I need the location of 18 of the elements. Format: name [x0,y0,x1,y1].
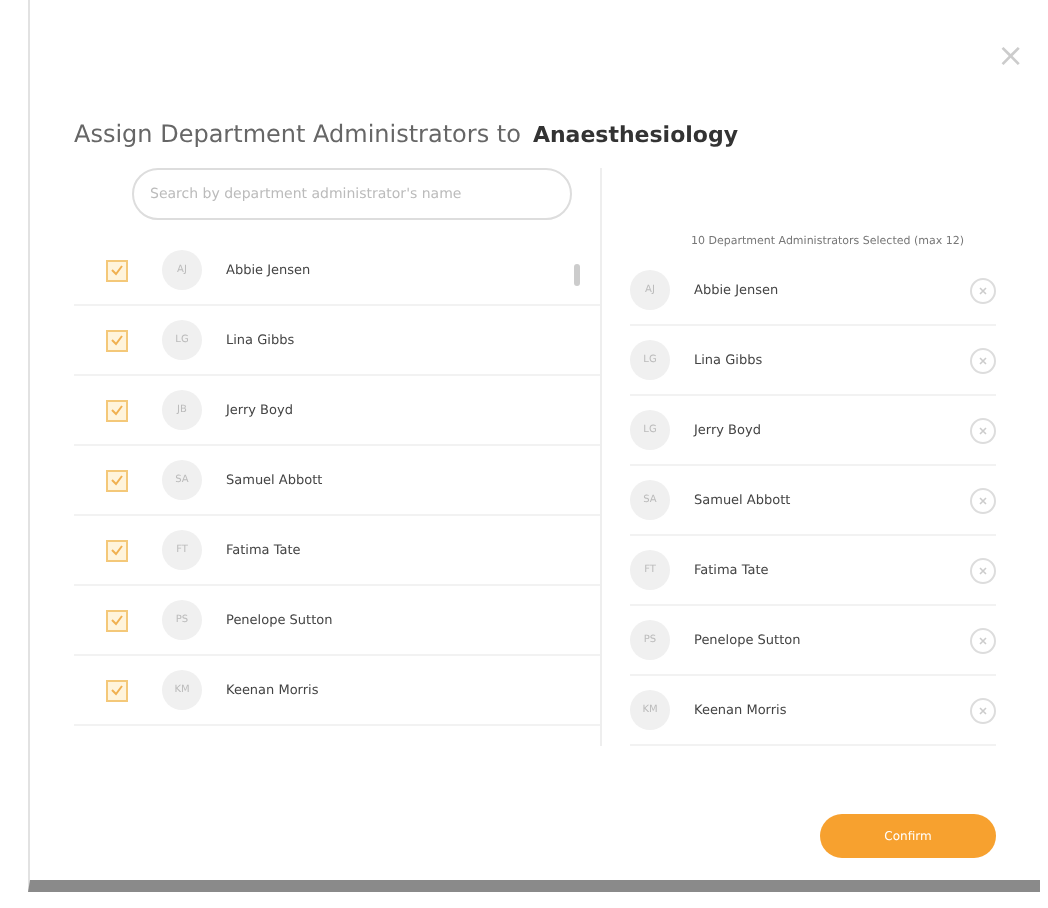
remove-icon[interactable] [970,347,996,373]
remove-icon[interactable] [970,627,996,653]
remove-icon[interactable] [970,487,996,513]
dialog-title: Assign Department Administrators to [74,120,521,148]
remove-icon[interactable] [970,277,996,303]
remove-icon[interactable] [970,697,996,723]
checkbox[interactable] [106,679,128,701]
scrollbar-thumb[interactable] [574,264,580,286]
remove-icon[interactable] [970,557,996,583]
checkbox[interactable] [106,259,128,281]
department-name: Anaesthesiology [532,122,739,148]
checkbox[interactable] [106,469,128,491]
checkbox[interactable] [106,609,128,631]
checkbox[interactable] [106,539,128,561]
remove-icon[interactable] [970,417,996,443]
close-button[interactable]: × [997,36,1024,74]
checkbox[interactable] [106,329,128,351]
checkbox[interactable] [106,399,128,421]
